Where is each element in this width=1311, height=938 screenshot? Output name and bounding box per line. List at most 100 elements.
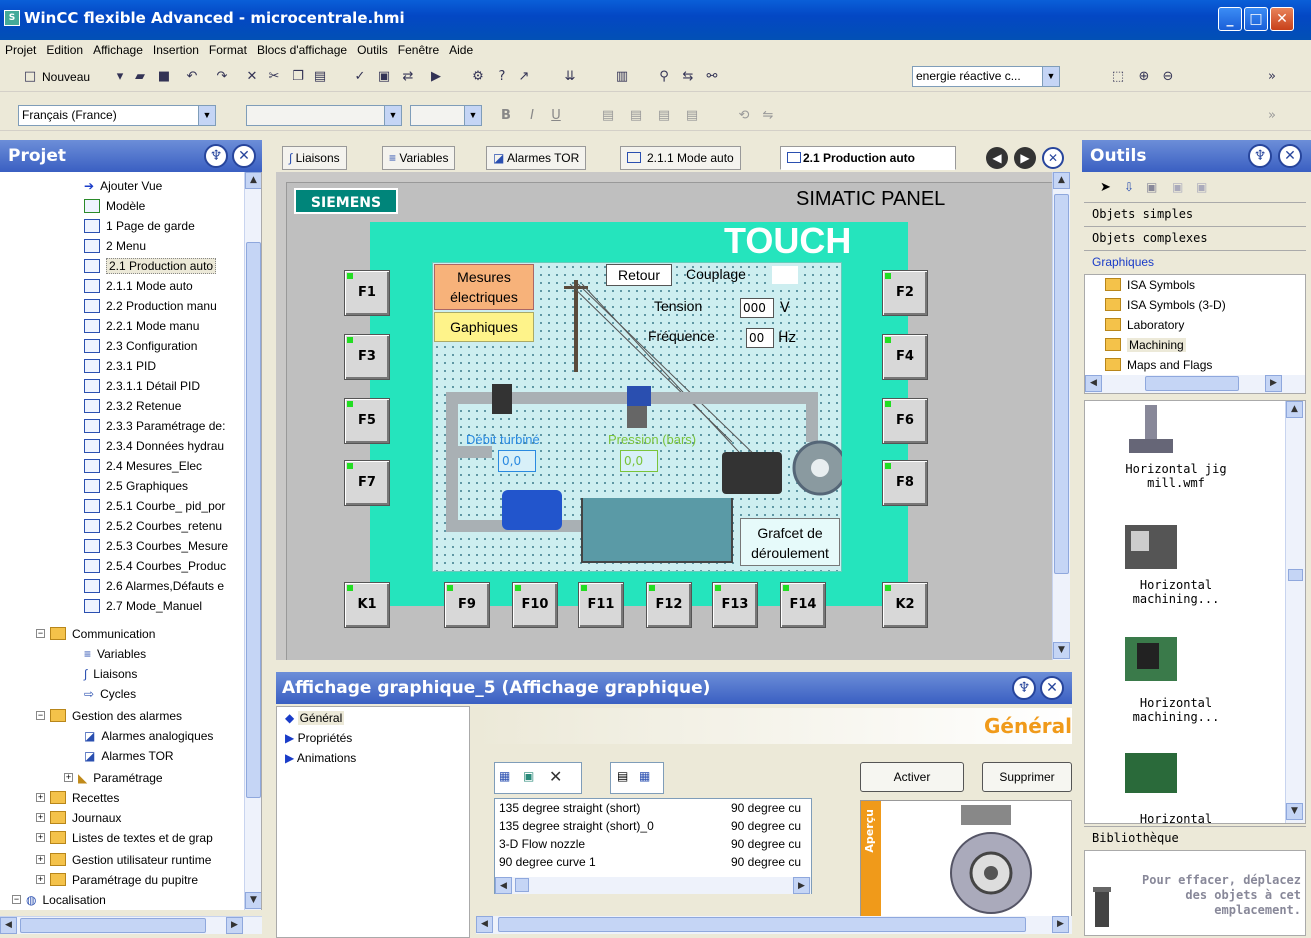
folder-horizontal-scrollbar[interactable]: ◀ ▶ [1085, 375, 1305, 393]
tree-item[interactable]: + Recettes [36, 788, 119, 808]
folder-laboratory[interactable]: Laboratory [1105, 315, 1184, 335]
menu-blocs[interactable]: Blocs d'affichage [252, 40, 352, 60]
tree-item[interactable]: 2.3.1 PID [84, 356, 156, 376]
tree-item[interactable]: + ◣ Paramétrage [64, 768, 163, 788]
scroll-down-icon[interactable]: ▼ [245, 892, 261, 909]
paste-icon[interactable]: ▤ [312, 69, 328, 85]
gallery-item-label[interactable]: Horizontal machining... [1096, 696, 1256, 724]
close-icon[interactable]: ✕ [1040, 676, 1064, 700]
maximize-button[interactable]: □ [1244, 7, 1268, 31]
collapse-icon[interactable]: − [36, 711, 45, 720]
scroll-left-icon[interactable]: ◀ [1085, 375, 1102, 392]
menu-projet[interactable]: Projet [0, 40, 41, 60]
close-icon[interactable]: ✕ [232, 144, 256, 168]
scroll-thumb[interactable] [1145, 376, 1239, 391]
tree-item[interactable]: 2.2 Production manu [84, 296, 217, 316]
tree-item[interactable]: 2.4 Mesures_Elec [84, 456, 202, 476]
expand-icon[interactable]: + [64, 773, 73, 782]
menu-format[interactable]: Format [204, 40, 252, 60]
list-item[interactable]: 135 degree straight (short) [499, 801, 640, 815]
pointer-icon[interactable]: ➤ [1100, 180, 1111, 195]
chevron-down-icon[interactable]: ▼ [198, 106, 215, 125]
tree-item[interactable]: 2 Menu [84, 236, 146, 256]
scroll-right-icon[interactable]: ▶ [1052, 916, 1069, 933]
tab-production-auto[interactable]: 2.1 Production auto [780, 146, 956, 170]
minimize-button[interactable]: _ [1218, 7, 1242, 31]
tree-item[interactable]: 1 Page de garde [84, 216, 195, 236]
zoom-out-icon[interactable]: ⊖ [1160, 69, 1176, 85]
pin-icon[interactable]: ♆ [1012, 676, 1036, 700]
scroll-thumb[interactable] [1054, 194, 1069, 574]
expand-icon[interactable]: + [36, 833, 45, 842]
tab-next-icon[interactable]: ▶ [1014, 147, 1036, 169]
check-icon[interactable]: ✓ [352, 69, 368, 85]
nav-animations[interactable]: ▶ Animations [285, 751, 356, 765]
find-icon[interactable]: ⚲ [656, 69, 672, 85]
collapse-icon[interactable]: − [36, 629, 45, 638]
scroll-thumb[interactable] [1288, 569, 1303, 581]
tree-localisation[interactable]: − ◍ Localisation [12, 890, 106, 910]
graphics-list[interactable]: 135 degree straight (short) 135 degree s… [494, 798, 812, 894]
key-f7[interactable]: F7 [344, 460, 390, 506]
menu-aide[interactable]: Aide [444, 40, 478, 60]
scroll-right-icon[interactable]: ▶ [793, 877, 810, 894]
tree-item[interactable]: ∫ Liaisons [84, 664, 137, 684]
key-k1[interactable]: K1 [344, 582, 390, 628]
dropdown-arrow-icon[interactable]: ▾ [112, 69, 128, 85]
key-f8[interactable]: F8 [882, 460, 928, 506]
scroll-thumb[interactable] [515, 878, 529, 892]
tab-variables[interactable]: ≡ Variables [382, 146, 456, 170]
scroll-thumb[interactable] [246, 242, 261, 798]
open-icon[interactable]: ▰ [132, 69, 148, 85]
tab-liaisons[interactable]: ∫ Liaisons [282, 146, 347, 170]
tree-item[interactable]: + Gestion utilisateur runtime [36, 850, 211, 870]
tree-add-view[interactable]: ➔ Ajouter Vue [84, 176, 162, 196]
scroll-thumb[interactable] [20, 918, 206, 933]
chevron-down-icon[interactable]: ▼ [1042, 67, 1059, 86]
grafcet-button[interactable]: Grafcet de déroulement [740, 518, 840, 566]
list-item[interactable]: 90 degree cu [731, 837, 801, 851]
graphic-settings-icon[interactable]: ▣ [523, 769, 534, 783]
tree-item[interactable]: 2.3.1.1 Détail PID [84, 376, 200, 396]
copy-icon[interactable]: ❐ [290, 69, 306, 85]
close-button[interactable]: ✕ [1270, 7, 1294, 31]
tree-item[interactable]: 2.5.2 Courbes_retenu [84, 516, 222, 536]
close-icon[interactable]: ✕ [1278, 144, 1302, 168]
new-button[interactable]: Nouveau [42, 67, 90, 87]
zoom-in-icon[interactable]: ⊕ [1136, 69, 1152, 85]
align-center-icon[interactable]: ▤ [628, 108, 644, 124]
layers-icon[interactable]: ▥ [614, 69, 630, 85]
tree-item[interactable]: 2.5.3 Courbes_Mesure [84, 536, 228, 556]
overflow-icon[interactable]: » [1264, 108, 1280, 124]
editor-vertical-scrollbar[interactable]: ▲ ▼ [1052, 172, 1070, 660]
delete-icon[interactable]: ✕ [549, 767, 562, 786]
key-f12[interactable]: F12 [646, 582, 692, 628]
search-combo[interactable]: energie réactive c... ▼ [912, 66, 1060, 87]
tab-close-icon[interactable]: ✕ [1042, 147, 1064, 169]
list-item[interactable]: 90 degree cu [731, 819, 801, 833]
tree-item[interactable]: + Journaux [36, 808, 121, 828]
tree-item[interactable]: + Paramétrage du pupitre [36, 870, 198, 890]
expand-icon[interactable]: + [36, 813, 45, 822]
scroll-right-icon[interactable]: ▶ [226, 917, 243, 934]
icon-view-icon[interactable]: ▦ [639, 769, 650, 783]
tree-item[interactable]: + Listes de textes et de grap [36, 828, 213, 848]
add-graphic-icon[interactable]: ▦ [499, 769, 510, 783]
align-right-icon[interactable]: ▤ [656, 108, 672, 124]
tree-item[interactable]: ◪ Alarmes analogiques [84, 726, 213, 746]
tree-vertical-scrollbar[interactable]: ▲ ▼ [244, 172, 261, 910]
key-f10[interactable]: F10 [512, 582, 558, 628]
list-item[interactable]: 90 degree curve 1 [499, 855, 596, 869]
supprimer-button[interactable]: Supprimer [982, 762, 1072, 792]
key-f11[interactable]: F11 [578, 582, 624, 628]
folder-delete-icon[interactable]: ▣ [1196, 180, 1207, 194]
key-f9[interactable]: F9 [444, 582, 490, 628]
key-f2[interactable]: F2 [882, 270, 928, 316]
tab-alarmes-tor[interactable]: ◪ Alarmes TOR [486, 146, 587, 170]
menu-outils[interactable]: Outils [352, 40, 393, 60]
cut-icon[interactable]: ✂ [266, 69, 282, 85]
tab-mode-auto[interactable]: 2.1.1 Mode auto [620, 146, 741, 170]
binoculars-icon[interactable]: ⚯ [704, 69, 720, 85]
delete-icon[interactable]: ✕ [244, 69, 260, 85]
tree-item[interactable]: 2.3.2 Retenue [84, 396, 181, 416]
